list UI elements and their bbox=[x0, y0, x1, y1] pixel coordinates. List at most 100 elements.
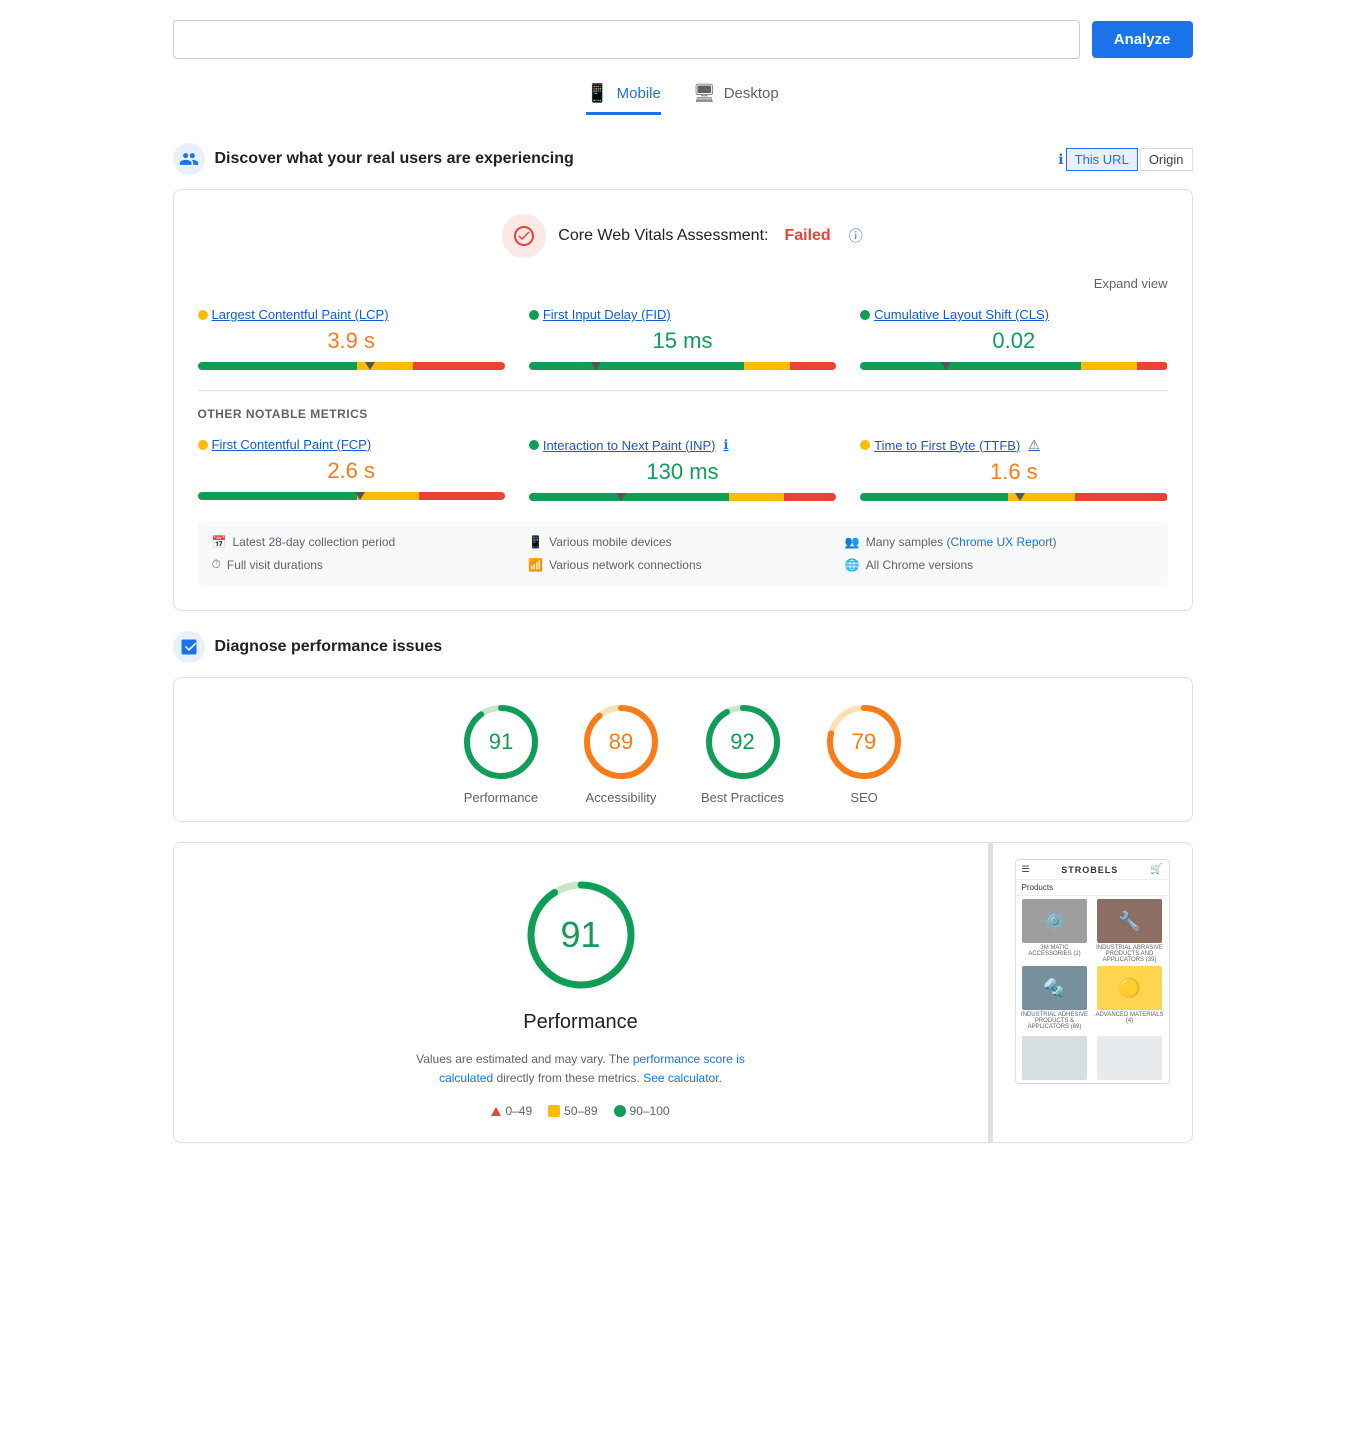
calculator-link[interactable]: See calculator. bbox=[643, 1071, 722, 1085]
this-url-button[interactable]: This URL bbox=[1066, 148, 1138, 171]
score-performance[interactable]: 91 Performance bbox=[461, 702, 541, 805]
metric-inp: Interaction to Next Paint (INP) ℹ 130 ms bbox=[529, 437, 836, 505]
cls-value: 0.02 bbox=[860, 328, 1167, 354]
best-practices-circle: 92 bbox=[703, 702, 783, 782]
inp-marker bbox=[616, 493, 626, 501]
screenshot-grid-2 bbox=[1016, 1033, 1169, 1083]
ttfb-bar bbox=[860, 493, 1167, 501]
lcp-label[interactable]: Largest Contentful Paint (LCP) bbox=[198, 307, 505, 322]
score-accessibility[interactable]: 89 Accessibility bbox=[581, 702, 661, 805]
performance-label: Performance bbox=[464, 790, 538, 805]
ttfb-marker bbox=[1015, 493, 1025, 501]
screenshot-text-1: INDUSTRIAL ABRASIVE PRODUCTS AND APPLICA… bbox=[1094, 945, 1166, 963]
calendar-icon: 📅 bbox=[212, 535, 227, 549]
legend-range-1: 50–89 bbox=[564, 1104, 597, 1118]
fcp-bar bbox=[198, 492, 505, 500]
screenshot-item-3: 🟡 ADVANCED MATERIALS (4) bbox=[1094, 966, 1166, 1030]
fcp-label[interactable]: First Contentful Paint (FCP) bbox=[198, 437, 505, 452]
real-users-icon bbox=[173, 143, 205, 175]
lcp-bar bbox=[198, 362, 505, 370]
footer-item-1: 📱 Various mobile devices bbox=[528, 535, 837, 549]
info-icon[interactable]: ℹ bbox=[1058, 151, 1063, 168]
ttfb-label[interactable]: Time to First Byte (TTFB) ⚠ bbox=[860, 437, 1167, 453]
screenshot-img-4 bbox=[1022, 1036, 1087, 1080]
screenshot-logo: STROBELS bbox=[1061, 865, 1118, 875]
diagnose-section: Diagnose performance issues 91 Performan… bbox=[173, 631, 1193, 1143]
real-users-title: Discover what your real users are experi… bbox=[215, 150, 574, 168]
score-seo[interactable]: 79 SEO bbox=[824, 702, 904, 805]
seo-value: 79 bbox=[852, 729, 876, 755]
footer-item-2: 👥 Many samples (Chrome UX Report) bbox=[845, 535, 1154, 549]
score-best-practices[interactable]: 92 Best Practices bbox=[701, 702, 784, 805]
expand-view[interactable]: Expand view bbox=[198, 276, 1168, 291]
big-score-circle: 91 bbox=[521, 875, 641, 995]
footer-text-2: Many samples (Chrome UX Report) bbox=[866, 535, 1057, 549]
screenshot-item-5 bbox=[1094, 1036, 1166, 1080]
screenshot-item-1: 🔧 INDUSTRIAL ABRASIVE PRODUCTS AND APPLI… bbox=[1094, 899, 1166, 963]
cwv-info-icon[interactable]: ⓘ bbox=[849, 226, 863, 246]
cls-bar bbox=[860, 362, 1167, 370]
screenshot-img-0: ⚙️ bbox=[1022, 899, 1087, 943]
metric-fid: First Input Delay (FID) 15 ms bbox=[529, 307, 836, 374]
legend-green: 90–100 bbox=[614, 1104, 670, 1118]
cwv-status: Failed bbox=[784, 227, 830, 245]
cls-label[interactable]: Cumulative Layout Shift (CLS) bbox=[860, 307, 1167, 322]
screenshot-item-0: ⚙️ 3M MATIC ACCESSORIES (2) bbox=[1019, 899, 1091, 963]
diagnose-header: Diagnose performance issues bbox=[173, 631, 1193, 663]
screenshot-img-1: 🔧 bbox=[1097, 899, 1162, 943]
footer-text-1: Various mobile devices bbox=[549, 535, 672, 549]
tab-desktop-label: Desktop bbox=[724, 85, 779, 102]
fid-bar bbox=[529, 362, 836, 370]
legend-red: 0–49 bbox=[491, 1104, 532, 1118]
footer-item-0: 📅 Latest 28-day collection period bbox=[212, 535, 521, 549]
legend-row: 0–49 50–89 90–100 bbox=[491, 1104, 669, 1118]
square-orange-icon bbox=[548, 1105, 560, 1117]
footer-text-0: Latest 28-day collection period bbox=[232, 535, 395, 549]
footer-item-5: 🌐 All Chrome versions bbox=[845, 557, 1154, 572]
crux-link[interactable]: Chrome UX Report bbox=[950, 535, 1052, 549]
timer-icon: ⏱ bbox=[212, 557, 221, 572]
detail-card: 91 Performance Values are estimated and … bbox=[173, 842, 1193, 1143]
accessibility-circle: 89 bbox=[581, 702, 661, 782]
metrics-footer: 📅 Latest 28-day collection period 📱 Vari… bbox=[198, 521, 1168, 586]
legend-range-2: 90–100 bbox=[630, 1104, 670, 1118]
screenshot-item-4 bbox=[1019, 1036, 1091, 1080]
url-input[interactable]: https://www.strobelssupply.com/products/ bbox=[173, 20, 1080, 59]
globe-icon: 🌐 bbox=[845, 558, 860, 572]
url-toggle: ℹ This URL Origin bbox=[1058, 148, 1192, 171]
screenshot-mock: ☰ STROBELS 🛒 Products ⚙️ 3M MATIC ACCESS… bbox=[1015, 859, 1170, 1084]
origin-button[interactable]: Origin bbox=[1140, 148, 1193, 171]
fcp-marker bbox=[355, 492, 365, 500]
metric-lcp: Largest Contentful Paint (LCP) 3.9 s bbox=[198, 307, 505, 374]
tab-mobile[interactable]: 📱 Mobile bbox=[586, 83, 661, 115]
inp-value: 130 ms bbox=[529, 459, 836, 485]
tab-desktop[interactable]: 🖥 Desktop bbox=[693, 83, 779, 115]
cwv-header: Core Web Vitals Assessment: Failed ⓘ bbox=[198, 214, 1168, 258]
metric-ttfb: Time to First Byte (TTFB) ⚠ 1.6 s bbox=[860, 437, 1167, 505]
seo-label: SEO bbox=[850, 790, 877, 805]
diagnose-title: Diagnose performance issues bbox=[215, 638, 443, 656]
detail-title: Performance bbox=[523, 1011, 638, 1034]
detail-left: 91 Performance Values are estimated and … bbox=[174, 843, 988, 1142]
ttfb-dot bbox=[860, 440, 870, 450]
legend-orange: 50–89 bbox=[548, 1104, 597, 1118]
inp-info-icon[interactable]: ℹ bbox=[724, 437, 729, 453]
score-circles-row: 91 Performance 89 Accessibility bbox=[198, 678, 1168, 821]
analyze-button[interactable]: Analyze bbox=[1092, 21, 1193, 58]
footer-text-4: Various network connections bbox=[549, 558, 702, 572]
inp-bar bbox=[529, 493, 836, 501]
detail-right: ☰ STROBELS 🛒 Products ⚙️ 3M MATIC ACCESS… bbox=[992, 843, 1192, 1142]
tab-mobile-label: Mobile bbox=[617, 85, 661, 102]
metric-fcp: First Contentful Paint (FCP) 2.6 s bbox=[198, 437, 505, 505]
fid-label[interactable]: First Input Delay (FID) bbox=[529, 307, 836, 322]
big-score-value: 91 bbox=[560, 914, 600, 956]
footer-item-3: ⏱ Full visit durations bbox=[212, 557, 521, 572]
screenshot-text-2: INDUSTRIAL ADHESIVE PRODUCTS & APPLICATO… bbox=[1019, 1012, 1091, 1030]
fid-dot bbox=[529, 310, 539, 320]
inp-label[interactable]: Interaction to Next Paint (INP) ℹ bbox=[529, 437, 836, 453]
screenshot-cart-icon: 🛒 bbox=[1150, 864, 1162, 875]
lcp-marker bbox=[365, 362, 375, 370]
lcp-dot bbox=[198, 310, 208, 320]
inp-dot bbox=[529, 440, 539, 450]
ttfb-value: 1.6 s bbox=[860, 459, 1167, 485]
